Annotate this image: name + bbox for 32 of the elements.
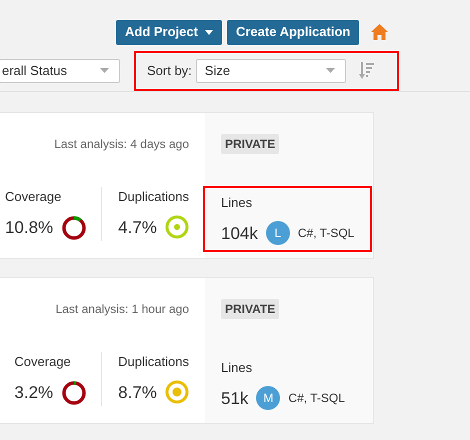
sort-label: Sort by:: [147, 62, 192, 80]
metric-label: Lines: [221, 194, 254, 212]
coverage-ring-icon: [61, 380, 88, 406]
metric-label: Duplications: [118, 353, 189, 371]
size-badge: L: [266, 221, 290, 246]
caret-icon: [100, 68, 109, 73]
sort-select[interactable]: Size: [196, 58, 346, 82]
coverage-value: 3.2%: [14, 382, 54, 404]
caret-icon: [204, 30, 213, 34]
last-analysis-text: Last analysis: 1 hour ago: [54, 301, 189, 318]
duplications-value: 4.7%: [118, 216, 157, 238]
home-icon[interactable]: [371, 24, 388, 40]
add-project-button[interactable]: Add Project: [116, 20, 222, 44]
caret-icon: [326, 68, 335, 73]
lines-value: 104k: [221, 222, 258, 244]
visibility-badge: PRIVATE: [221, 299, 280, 319]
languages-text: C#, T-SQL: [288, 390, 345, 408]
create-application-button[interactable]: Create Application: [226, 20, 360, 44]
metric-label: Coverage: [14, 353, 72, 371]
duplications-value: 8.7%: [118, 382, 157, 404]
visibility-badge: PRIVATE: [221, 134, 280, 154]
sort-order-icon[interactable]: [358, 62, 375, 80]
coverage-value: 10.8%: [4, 216, 54, 239]
metric-label: Duplications: [118, 188, 189, 206]
coverage-ring-icon: [61, 214, 88, 240]
lines-value: 51k: [221, 388, 248, 410]
size-badge: M: [256, 386, 280, 410]
last-analysis-text: Last analysis: 4 days ago: [53, 136, 189, 153]
status-select[interactable]: erall Status: [0, 58, 120, 82]
metric-label: Lines: [221, 359, 254, 377]
metric-label: Coverage: [4, 188, 62, 206]
languages-text: C#, T-SQL: [298, 225, 354, 242]
